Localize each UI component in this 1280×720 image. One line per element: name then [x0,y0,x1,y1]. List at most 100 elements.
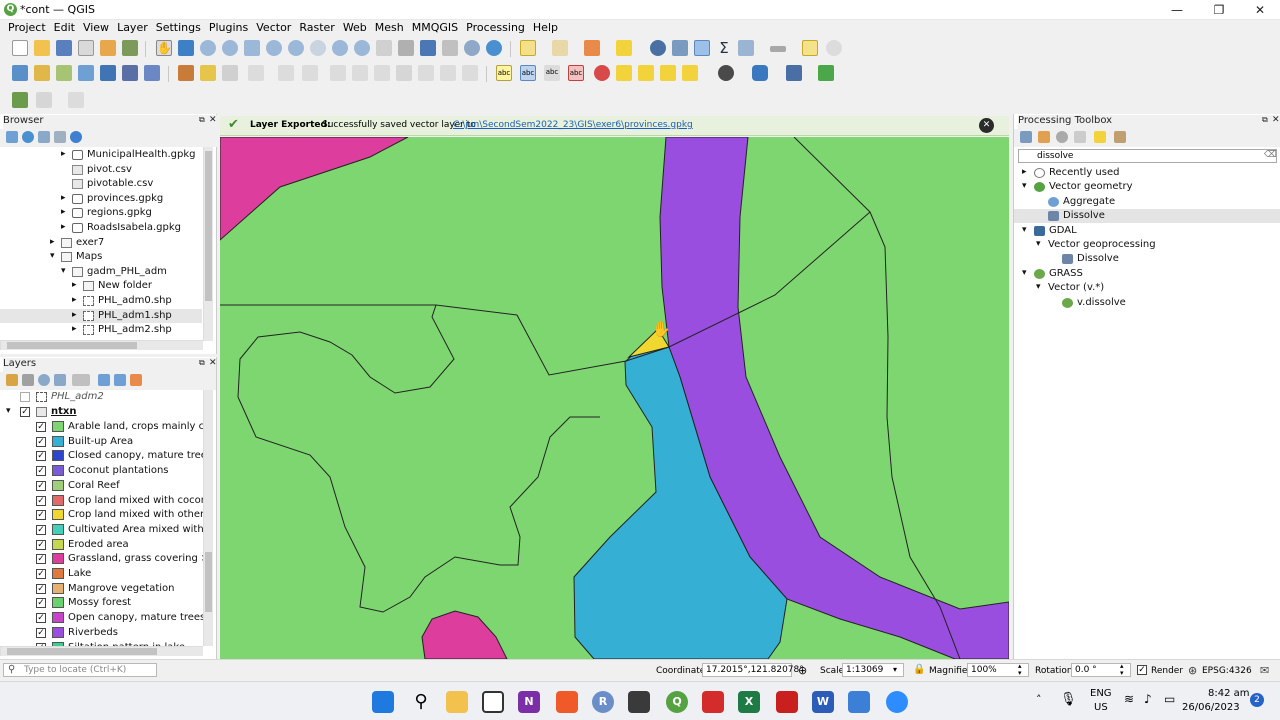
refresh-icon[interactable] [486,40,502,56]
collapse-all-layers-icon[interactable] [114,374,126,386]
language-1[interactable]: ENG [1090,688,1112,699]
browser-item[interactable]: ▸ provinces.gpkg [0,192,202,206]
legend-item[interactable]: ✓ Coconut plantations [0,464,203,478]
legend-item[interactable]: ✓ Coral Reef [0,479,203,493]
delete-selected-icon[interactable] [330,65,346,81]
processing-toolbox-icon[interactable] [694,40,710,56]
add-wms-layer-icon[interactable] [144,65,160,81]
legend-checkbox[interactable]: ✓ [36,598,46,609]
save-edits-icon[interactable] [222,65,238,81]
browser-item[interactable]: ▸ New folder [0,279,202,293]
close-panel-icon[interactable]: ✕ [209,115,217,125]
layer-checkbox[interactable] [20,392,30,402]
speaker-icon[interactable]: ♪ [1144,692,1152,706]
browser-item[interactable]: ▸ RoadsIsabela.gpkg [0,221,202,235]
add-delimited-text-icon[interactable] [122,65,138,81]
add-mesh-layer-icon[interactable] [100,65,116,81]
diagram-icon[interactable]: abc [544,65,560,81]
menu-web[interactable]: Web [343,20,367,36]
legend-checkbox[interactable]: ✓ [36,569,46,579]
lock-scale-icon[interactable]: 🔒 [913,664,925,675]
new-print-layout-icon[interactable] [78,40,94,56]
zoom-selection-icon[interactable] [266,40,282,56]
expand-arrow-icon[interactable]: ▾ [1036,239,1041,249]
document-app-icon[interactable] [848,691,870,713]
browser-hscrollbar[interactable] [0,340,203,350]
label-highlight-icon[interactable]: abc [568,65,584,81]
toolbox-item[interactable]: ▸ Recently used [1014,166,1280,180]
manage-themes-icon[interactable] [38,374,50,386]
toolbox-item[interactable]: ▾ Vector (v.*) [1014,281,1280,295]
legend-checkbox[interactable]: ✓ [36,495,46,506]
redo-icon[interactable] [462,65,478,81]
results-viewer-icon[interactable] [1074,131,1086,143]
deselect-features-icon[interactable] [584,40,600,56]
legend-checkbox[interactable]: ✓ [36,466,46,477]
minimize-button[interactable]: — [1163,2,1191,18]
language-2[interactable]: US [1094,702,1108,713]
locator-search-input[interactable]: ⚲ Type to locate (Ctrl+K) [3,663,157,677]
expand-arrow-icon[interactable]: ▸ [61,193,66,203]
maximize-button[interactable]: ❐ [1205,2,1233,18]
toolbox-item[interactable]: ▾ Vector geoprocessing [1014,238,1280,252]
legend-checkbox[interactable]: ✓ [36,613,46,624]
excel-icon[interactable]: X [738,691,760,713]
wifi-icon[interactable]: ≋ [1124,692,1134,706]
expand-arrow-icon[interactable]: ▾ [6,406,11,416]
menu-help[interactable]: Help [533,20,558,36]
layer-row-phl-adm2[interactable]: PHL_adm2 [0,390,204,404]
menu-project[interactable]: Project [8,20,46,36]
search-icon[interactable]: ⚲ [410,691,432,713]
r-app-icon[interactable]: R [592,691,614,713]
clock-time[interactable]: 8:42 am [1208,688,1250,699]
filter-browser-icon[interactable] [38,131,50,143]
select-features-icon[interactable] [520,40,536,56]
filter-expression-icon[interactable] [72,374,90,386]
zoom-app-icon[interactable] [886,691,908,713]
browser-item[interactable]: ▸ PHL_adm0.shp [0,294,202,308]
statistics-sigma-icon[interactable]: Σ [716,40,732,56]
legend-item[interactable]: ✓ Lake [0,567,203,581]
attribute-table-icon[interactable] [738,40,754,56]
legend-item[interactable]: ✓ Closed canopy, mature trees co [0,449,203,463]
legend-item[interactable]: ✓ Grassland, grass covering > 70 [0,552,203,566]
menu-plugins[interactable]: Plugins [209,20,248,36]
browser-item[interactable]: pivotable.csv [0,177,202,191]
refresh-browser-icon[interactable] [22,131,34,143]
python-console-icon[interactable] [752,65,768,81]
legend-checkbox[interactable]: ✓ [36,554,46,565]
terminal-icon[interactable] [628,691,650,713]
save-project-icon[interactable] [56,40,72,56]
toolbox-item[interactable]: ▾ Vector geometry [1014,180,1280,194]
show-bookmarks-icon[interactable] [442,40,458,56]
zoom-full-icon[interactable] [244,40,260,56]
info-icon[interactable] [70,131,82,143]
select-by-location-icon[interactable] [616,40,632,56]
float-panel-icon[interactable]: ⧉ [199,115,205,125]
expand-arrow-icon[interactable]: ▾ [1036,282,1041,292]
battery-icon[interactable]: ▭ [1164,692,1175,706]
temporal-controller-icon[interactable] [464,40,480,56]
message-link[interactable]: C:\jun\SecondSem2022_23\GIS\exer6\provin… [453,120,693,130]
map-canvas[interactable]: ✋ [220,137,1009,659]
expand-arrow-icon[interactable]: ▾ [1022,225,1027,235]
zoom-in-icon[interactable] [200,40,216,56]
toolbox-item[interactable]: Dissolve [1014,252,1280,266]
legend-item[interactable]: ✓ Open canopy, mature trees co [0,611,203,625]
legend-checkbox[interactable]: ✓ [36,583,46,594]
open-project-icon[interactable] [34,40,50,56]
chevron-up-icon[interactable]: ˄ [1036,693,1042,706]
legend-checkbox[interactable]: ✓ [36,510,46,521]
expand-arrow-icon[interactable]: ▸ [61,149,66,159]
topology-icon[interactable] [36,92,52,108]
map-tips-icon[interactable] [802,40,818,56]
acrobat-icon[interactable] [776,691,798,713]
toggle-extents-icon[interactable]: ⊕ [798,664,807,677]
collapse-all-icon[interactable] [54,131,66,143]
browser-scrollbar[interactable] [203,147,213,341]
plugin-icon[interactable] [718,65,734,81]
expand-arrow-icon[interactable]: ▸ [61,222,66,232]
magnifier-field[interactable]: 100% ▴ ▾ [967,663,1029,677]
current-edits-icon[interactable] [178,65,194,81]
settings-disabled-icon[interactable] [826,40,842,56]
